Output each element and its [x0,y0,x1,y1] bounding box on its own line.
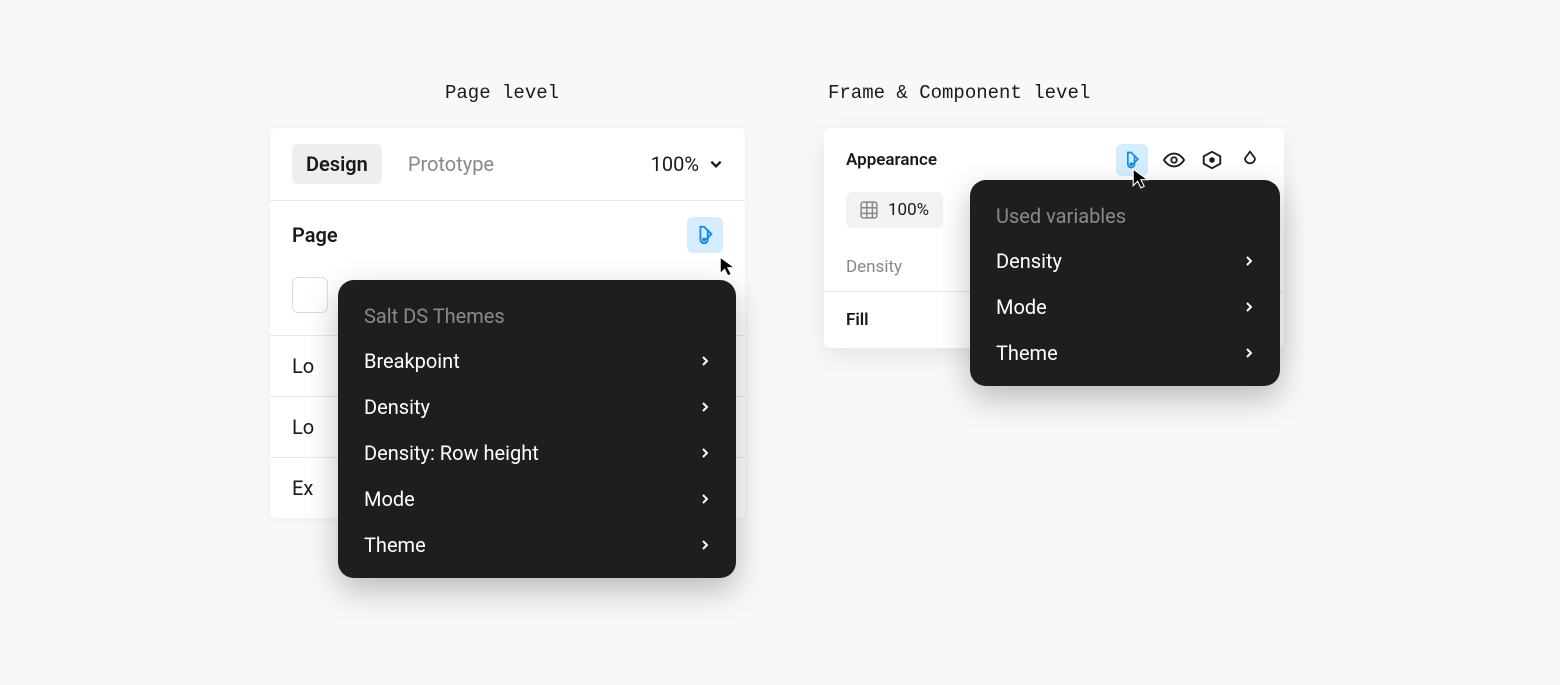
page-section-header: Page [270,201,745,269]
chevron-down-icon [709,157,723,171]
tab-prototype[interactable]: Prototype [394,144,508,184]
chevron-right-icon [1244,256,1254,266]
opacity-control[interactable]: 100% [846,192,943,228]
popover-item-label: Breakpoint [364,349,460,373]
popover-item-mode[interactable]: Mode [338,476,736,522]
appearance-title: Appearance [846,150,1102,170]
popover-item-label: Density [364,395,430,419]
variant-button[interactable] [1200,148,1224,172]
chevron-right-icon [700,494,710,504]
popover-item-breakpoint[interactable]: Breakpoint [338,338,736,384]
page-background-color-chip[interactable] [292,277,328,313]
variable-modes-button[interactable] [687,217,723,253]
popover-item-label: Theme [364,533,426,557]
popover-item-density[interactable]: Density [338,384,736,430]
opacity-value: 100% [888,200,929,220]
eye-icon [1163,149,1185,171]
chevron-right-icon [1244,302,1254,312]
variable-modes-button[interactable] [1116,144,1148,176]
zoom-value: 100% [651,152,699,176]
opacity-grid-icon [860,201,878,219]
tab-design[interactable]: Design [292,144,382,184]
caption-frame-component-level: Frame & Component level [828,82,1090,104]
popover-item-label: Density [996,249,1062,273]
visibility-button[interactable] [1162,148,1186,172]
popover-item-density[interactable]: Density [970,238,1280,284]
chevron-right-icon [700,402,710,412]
droplet-icon [1240,150,1260,170]
zoom-dropdown[interactable]: 100% [651,152,723,176]
swatch-icon [694,224,716,246]
chevron-right-icon [700,540,710,550]
popover-item-label: Theme [996,341,1058,365]
popover-item-theme[interactable]: Theme [338,522,736,568]
used-variables-popover: Used variables Density Mode Theme [970,180,1280,386]
chevron-right-icon [1244,348,1254,358]
tabs-row: Design Prototype 100% [270,128,745,200]
page-section-title: Page [292,223,338,247]
popover-item-density-row-height[interactable]: Density: Row height [338,430,736,476]
chevron-right-icon [700,356,710,366]
popover-title: Salt DS Themes [338,290,736,338]
popover-item-label: Density: Row height [364,441,539,465]
variable-themes-popover: Salt DS Themes Breakpoint Density Densit… [338,280,736,578]
popover-item-mode[interactable]: Mode [970,284,1280,330]
popover-item-label: Mode [364,487,415,511]
hexagon-icon [1201,149,1223,171]
popover-title: Used variables [970,190,1280,238]
caption-page-level: Page level [445,82,559,104]
popover-item-theme[interactable]: Theme [970,330,1280,376]
swatch-icon [1122,150,1142,170]
popover-item-label: Mode [996,295,1047,319]
blend-mode-button[interactable] [1238,148,1262,172]
chevron-right-icon [700,448,710,458]
